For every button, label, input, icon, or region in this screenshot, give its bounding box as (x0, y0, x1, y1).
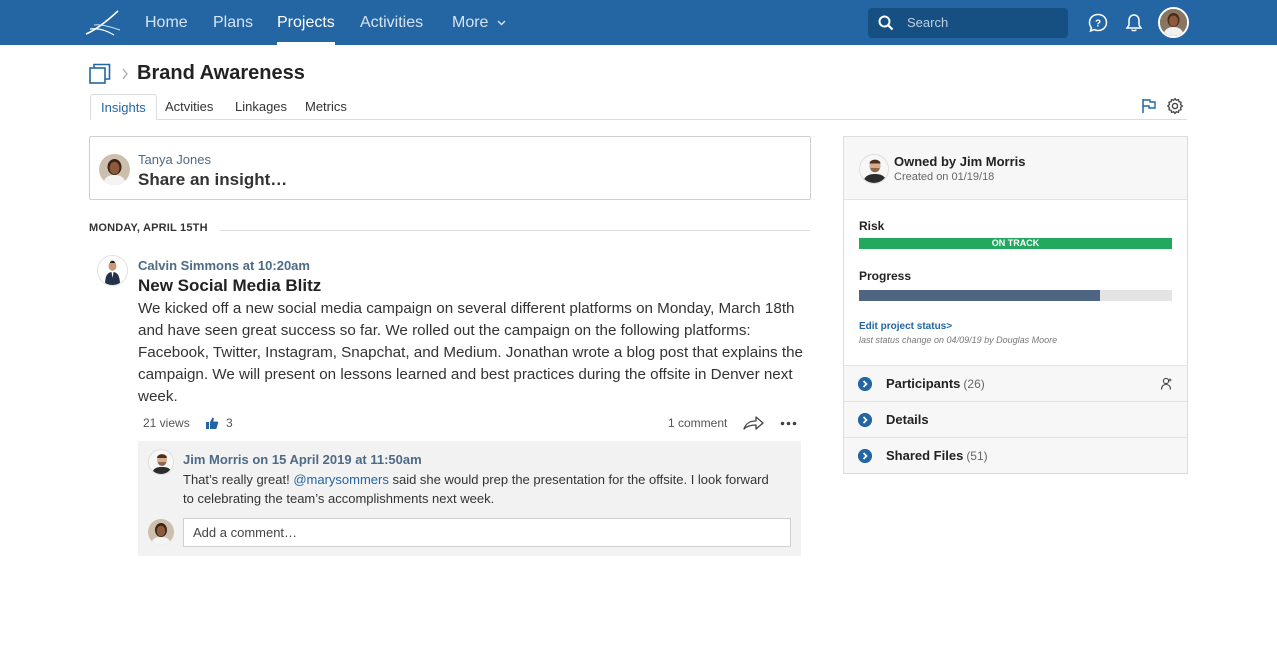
avatar (148, 449, 174, 475)
breadcrumb-chevron-icon (122, 68, 128, 80)
edit-project-status-link[interactable]: Edit project status> (859, 321, 952, 332)
share-insight-placeholder[interactable]: Share an insight… (138, 170, 287, 190)
details-label: Details (886, 412, 929, 427)
tab-insights[interactable]: Insights (90, 94, 157, 120)
tab-activities[interactable]: Actvities (155, 94, 223, 120)
search-input[interactable]: Search (868, 8, 1068, 38)
section-label: Shared Files (51) (886, 448, 988, 463)
avatar-image (98, 256, 127, 285)
day-header: MONDAY, APRIL 15TH (89, 222, 208, 234)
add-person-icon[interactable] (1160, 377, 1173, 390)
risk-status-bar: ON TRACK (859, 238, 1172, 249)
comment-body: That’s really great! @marysommers said s… (183, 470, 783, 508)
more-options-icon[interactable] (780, 421, 797, 426)
nav-plans[interactable]: Plans (213, 0, 253, 45)
shared-files-count: (51) (966, 449, 988, 463)
notifications-bell-icon[interactable] (1123, 12, 1145, 34)
comment-count-link[interactable]: 1 comment (668, 416, 727, 430)
nav-activities[interactable]: Activities (360, 0, 423, 45)
avatar-image (860, 155, 888, 183)
owner-name: Owned by Jim Morris (894, 154, 1026, 169)
flag-icon[interactable] (1141, 98, 1157, 114)
chevron-right-icon (858, 377, 872, 391)
nav-projects[interactable]: Projects (277, 0, 335, 45)
participants-label: Participants (886, 376, 961, 391)
section-label: Participants (26) (886, 376, 985, 391)
avatar-image (99, 154, 130, 185)
progress-bar (859, 290, 1172, 301)
nav-more[interactable]: More (452, 0, 506, 45)
tab-bar: Insights Actvities Linkages Metrics (90, 94, 1187, 120)
page-title: Brand Awareness (137, 62, 305, 84)
like-count: 3 (226, 416, 233, 430)
risk-label: Risk (859, 219, 885, 233)
comments-section: Jim Morris on 15 April 2019 at 11:50am T… (138, 441, 801, 556)
avatar (859, 154, 889, 184)
divider (220, 230, 810, 231)
section-shared-files[interactable]: Shared Files (51) (844, 437, 1187, 473)
created-date: Created on 01/19/18 (894, 171, 995, 183)
search-icon (878, 15, 894, 31)
nav-home[interactable]: Home (145, 0, 188, 45)
project-status-panel: Owned by Jim Morris Created on 01/19/18 … (843, 136, 1188, 474)
search-placeholder: Search (907, 15, 949, 30)
gear-icon[interactable] (1166, 97, 1184, 115)
avatar-image (149, 450, 173, 474)
post-views: 21 views (143, 416, 190, 430)
progress-bar-fill (859, 290, 1100, 301)
chevron-right-icon (858, 413, 872, 427)
section-details[interactable]: Details (844, 401, 1187, 437)
nav-more-label: More (452, 14, 489, 31)
avatar-image (148, 519, 174, 545)
projects-stack-icon[interactable] (89, 61, 113, 85)
section-participants[interactable]: Participants (26) (844, 365, 1187, 401)
mention-link[interactable]: @marysommers (293, 472, 389, 487)
avatar (99, 154, 130, 185)
last-status-change: last status change on 04/09/19 by Dougla… (859, 335, 1058, 345)
shared-files-label: Shared Files (886, 448, 964, 463)
comment-author[interactable]: Jim Morris on 15 April 2019 at 11:50am (183, 452, 422, 467)
post-title: New Social Media Blitz (138, 276, 322, 295)
share-insight-box[interactable]: Tanya Jones Share an insight… (89, 136, 811, 200)
tab-metrics[interactable]: Metrics (295, 94, 357, 120)
avatar (97, 255, 128, 286)
chevron-down-icon (497, 20, 506, 26)
thumbs-up-icon[interactable] (205, 416, 219, 430)
help-chat-icon[interactable]: ? (1087, 12, 1109, 34)
user-avatar[interactable] (1158, 7, 1189, 38)
add-comment-input[interactable]: Add a comment… (183, 518, 791, 547)
project-owner-header: Owned by Jim Morris Created on 01/19/18 (844, 137, 1187, 200)
participants-count: (26) (963, 377, 985, 391)
post-author[interactable]: Calvin Simmons at 10:20am (138, 258, 310, 273)
share-user-name: Tanya Jones (138, 152, 211, 167)
app-logo-icon[interactable] (84, 8, 122, 38)
avatar-image (1160, 9, 1187, 36)
comment-text: That’s really great! (183, 472, 294, 487)
share-arrow-icon[interactable] (743, 415, 764, 431)
top-navigation-bar: Home Plans Projects Activities More Sear… (0, 0, 1277, 45)
tab-linkages[interactable]: Linkages (225, 94, 297, 120)
chevron-right-icon (858, 449, 872, 463)
avatar (148, 519, 174, 545)
progress-label: Progress (859, 269, 912, 283)
svg-text:?: ? (1095, 19, 1101, 30)
post-body: We kicked off a new social media campaig… (138, 300, 803, 405)
